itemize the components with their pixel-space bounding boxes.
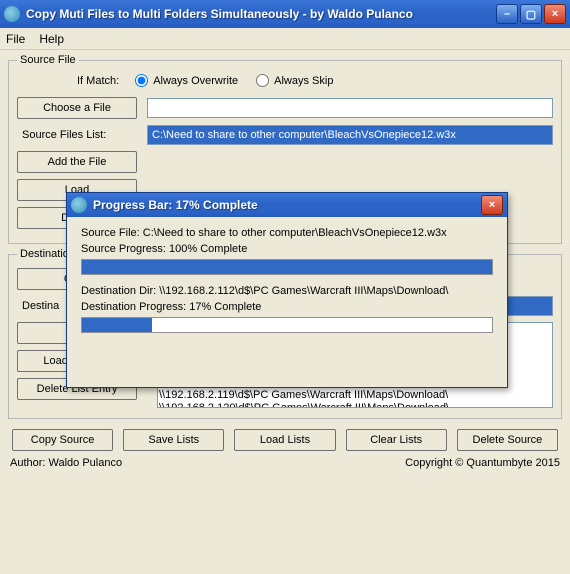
- main-titlebar: Copy Muti Files to Multi Folders Simulta…: [0, 0, 570, 28]
- minimize-button[interactable]: –: [496, 4, 518, 24]
- dialog-close-button[interactable]: ×: [481, 195, 503, 215]
- bottom-button-bar: Copy Source Save Lists Load Lists Clear …: [0, 423, 570, 457]
- selected-source-file[interactable]: C:\Need to share to other computer\Bleac…: [147, 125, 553, 145]
- author-label: Author: Waldo Pulanco: [10, 457, 122, 469]
- dialog-dest-progress-label: Destination Progress: 17% Complete: [81, 301, 493, 313]
- choose-file-button[interactable]: Choose a File: [17, 97, 137, 119]
- dialog-source-progress-label: Source Progress: 100% Complete: [81, 243, 493, 255]
- clear-lists-button[interactable]: Clear Lists: [346, 429, 447, 451]
- copyright-label: Copyright © Quantumbyte 2015: [405, 457, 560, 469]
- skip-label: Always Skip: [274, 75, 333, 87]
- list-item[interactable]: \\192.168.2.120\d$\PC Games\Warcraft III…: [159, 402, 551, 408]
- source-files-list-label: Source Files List:: [17, 129, 137, 141]
- dialog-source-file: Source File: C:\Need to share to other c…: [81, 227, 493, 239]
- delete-source-button[interactable]: Delete Source: [457, 429, 558, 451]
- chosen-file-input[interactable]: [147, 98, 553, 118]
- save-lists-button[interactable]: Save Lists: [123, 429, 224, 451]
- menubar: File Help: [0, 28, 570, 50]
- overwrite-label: Always Overwrite: [153, 75, 238, 87]
- menu-help[interactable]: Help: [39, 32, 64, 46]
- if-match-label: If Match:: [77, 75, 125, 87]
- copy-source-button[interactable]: Copy Source: [12, 429, 113, 451]
- dialog-dest-dir: Destination Dir: \\192.168.2.112\d$\PC G…: [81, 285, 493, 297]
- menu-file[interactable]: File: [6, 32, 25, 46]
- dialog-icon: [71, 197, 87, 213]
- load-lists-button[interactable]: Load Lists: [234, 429, 335, 451]
- maximize-button[interactable]: ▢: [520, 4, 542, 24]
- dialog-title: Progress Bar: 17% Complete: [93, 198, 258, 212]
- overwrite-radio[interactable]: [135, 74, 148, 87]
- source-progress-bar: [81, 259, 493, 275]
- progress-dialog: Progress Bar: 17% Complete × Source File…: [66, 192, 508, 388]
- window-title: Copy Muti Files to Multi Folders Simulta…: [26, 7, 413, 21]
- add-file-button[interactable]: Add the File: [17, 151, 137, 173]
- app-icon: [4, 6, 20, 22]
- source-legend: Source File: [17, 54, 79, 66]
- dest-progress-bar: [81, 317, 493, 333]
- skip-radio[interactable]: [256, 74, 269, 87]
- statusbar: Author: Waldo Pulanco Copyright © Quantu…: [0, 457, 570, 475]
- list-item[interactable]: \\192.168.2.119\d$\PC Games\Warcraft III…: [159, 389, 551, 402]
- close-button[interactable]: ×: [544, 4, 566, 24]
